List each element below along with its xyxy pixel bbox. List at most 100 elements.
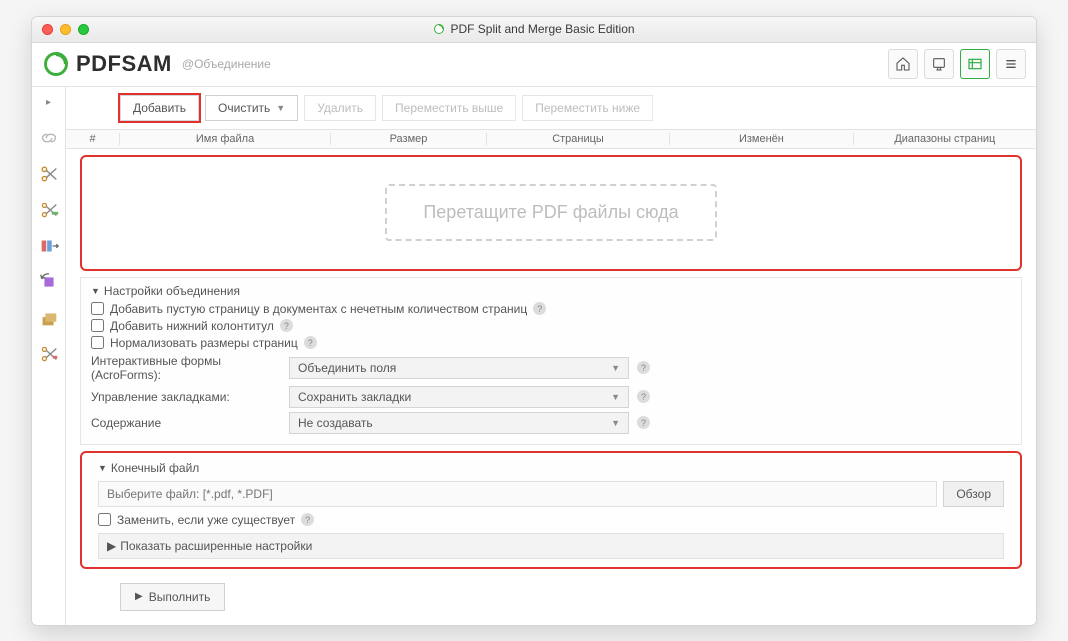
sidebar-item-rotate[interactable]: [38, 271, 60, 293]
menu-button[interactable]: [996, 49, 1026, 79]
output-toggle[interactable]: ▼ Конечный файл: [98, 461, 1004, 475]
footer-label: Добавить нижний колонтитул: [110, 319, 274, 333]
link-icon: [38, 127, 60, 149]
help-icon[interactable]: ?: [637, 361, 650, 374]
col-filename: Имя файла: [120, 133, 331, 145]
play-icon: ▶: [135, 591, 143, 602]
brand-name: PDFSAM: [76, 51, 172, 77]
col-size: Размер: [331, 133, 487, 145]
brand-logo-icon: [42, 50, 70, 78]
run-label: Выполнить: [149, 590, 211, 604]
log-button[interactable]: [924, 49, 954, 79]
bookmarks-select[interactable]: Сохранить закладки ▼: [289, 386, 629, 408]
stack-icon: [38, 307, 60, 329]
output-file-input[interactable]: [98, 481, 937, 507]
brand-module: @Объединение: [182, 57, 271, 71]
brand: PDFSAM @Объединение: [42, 50, 271, 78]
help-icon[interactable]: ?: [637, 390, 650, 403]
window-title-text: PDF Split and Merge Basic Edition: [450, 22, 634, 36]
titlebar: PDF Split and Merge Basic Edition: [32, 17, 1036, 43]
move-down-button: Переместить ниже: [522, 95, 653, 121]
toc-select[interactable]: Не создавать ▼: [289, 412, 629, 434]
footer: ▶ Выполнить: [66, 575, 1036, 625]
merge-settings-section: ▼ Настройки объединения Добавить пустую …: [80, 277, 1022, 445]
file-table-header: # Имя файла Размер Страницы Изменён Диап…: [66, 129, 1036, 149]
forms-select[interactable]: Объединить поля ▼: [289, 357, 629, 379]
sidebar-item-split[interactable]: [38, 163, 60, 185]
chevron-down-icon: ▼: [611, 392, 620, 402]
app-icon: [433, 23, 445, 35]
extract-icon: [38, 235, 60, 257]
triangle-down-icon: ▼: [98, 463, 107, 473]
log-icon: [931, 56, 947, 72]
scissors-ruler-icon: [38, 199, 60, 221]
topbar: PDFSAM @Объединение: [32, 43, 1036, 87]
sidebar: ▸: [32, 87, 66, 625]
odd-pages-checkbox[interactable]: [91, 302, 104, 315]
help-icon[interactable]: ?: [301, 513, 314, 526]
bookmarks-value: Сохранить закладки: [298, 390, 411, 404]
run-button[interactable]: ▶ Выполнить: [120, 583, 225, 611]
clear-button[interactable]: Очистить ▼: [205, 95, 298, 121]
delete-button: Удалить: [304, 95, 376, 121]
rotate-icon: [38, 271, 60, 293]
minimize-window-button[interactable]: [60, 24, 71, 35]
content: Добавить Очистить ▼ Удалить Переместить …: [66, 87, 1036, 625]
triangle-right-icon: ▶: [107, 539, 116, 553]
chevron-down-icon: ▼: [611, 363, 620, 373]
bookmarks-label: Управление закладками:: [91, 390, 281, 404]
close-window-button[interactable]: [42, 24, 53, 35]
scissors-icon: [38, 163, 60, 185]
col-pages: Страницы: [487, 133, 670, 145]
help-icon[interactable]: ?: [533, 302, 546, 315]
toc-label: Содержание: [91, 416, 281, 430]
overwrite-checkbox[interactable]: [98, 513, 111, 526]
sidebar-item-mix[interactable]: [38, 307, 60, 329]
toc-value: Не создавать: [298, 416, 373, 430]
normalize-label: Нормализовать размеры страниц: [110, 336, 298, 350]
help-icon[interactable]: ?: [637, 416, 650, 429]
sidebar-item-merge[interactable]: [38, 127, 60, 149]
output-title: Конечный файл: [111, 461, 199, 475]
output-section: ▼ Конечный файл Обзор Заменить, если уже…: [88, 455, 1014, 565]
advanced-settings-label: Показать расширенные настройки: [120, 539, 312, 553]
help-icon[interactable]: ?: [304, 336, 317, 349]
move-up-button: Переместить выше: [382, 95, 516, 121]
advanced-settings-toggle[interactable]: ▶ Показать расширенные настройки: [98, 533, 1004, 559]
col-num: #: [66, 133, 120, 145]
odd-pages-label: Добавить пустую страницу в документах с …: [110, 302, 527, 316]
scissors-bookmark-icon: [38, 343, 60, 365]
forms-value: Объединить поля: [298, 361, 396, 375]
col-modified: Изменён: [670, 133, 853, 145]
normalize-checkbox[interactable]: [91, 336, 104, 349]
overwrite-label: Заменить, если уже существует: [117, 513, 295, 527]
sidebar-toggle[interactable]: ▸: [42, 93, 56, 113]
hamburger-icon: [1003, 56, 1019, 72]
news-icon: [967, 56, 983, 72]
home-button[interactable]: [888, 49, 918, 79]
triangle-down-icon: ▼: [91, 286, 100, 296]
sidebar-item-split-bookmarks[interactable]: [38, 343, 60, 365]
maximize-window-button[interactable]: [78, 24, 89, 35]
help-icon[interactable]: ?: [280, 319, 293, 332]
chevron-down-icon: ▼: [276, 103, 285, 113]
dropzone-highlight: Перетащите PDF файлы сюда: [80, 155, 1022, 271]
merge-settings-toggle[interactable]: ▼ Настройки объединения: [91, 284, 1011, 298]
app-window: PDF Split and Merge Basic Edition PDFSAM…: [31, 16, 1037, 626]
output-highlight: ▼ Конечный файл Обзор Заменить, если уже…: [80, 451, 1022, 569]
add-button[interactable]: Добавить: [120, 95, 199, 121]
news-button[interactable]: [960, 49, 990, 79]
chevron-down-icon: ▼: [611, 418, 620, 428]
forms-label: Интерактивные формы (AcroForms):: [91, 354, 281, 382]
file-toolbar: Добавить Очистить ▼ Удалить Переместить …: [66, 87, 1036, 129]
home-icon: [895, 56, 911, 72]
sidebar-item-extract[interactable]: [38, 235, 60, 257]
file-dropzone[interactable]: Перетащите PDF файлы сюда: [82, 157, 1020, 269]
col-ranges: Диапазоны страниц: [854, 133, 1036, 145]
footer-checkbox[interactable]: [91, 319, 104, 332]
clear-button-label: Очистить: [218, 101, 270, 115]
dropzone-text: Перетащите PDF файлы сюда: [385, 184, 716, 241]
sidebar-item-split-size[interactable]: [38, 199, 60, 221]
window-title: PDF Split and Merge Basic Edition: [433, 22, 634, 36]
browse-button[interactable]: Обзор: [943, 481, 1004, 507]
